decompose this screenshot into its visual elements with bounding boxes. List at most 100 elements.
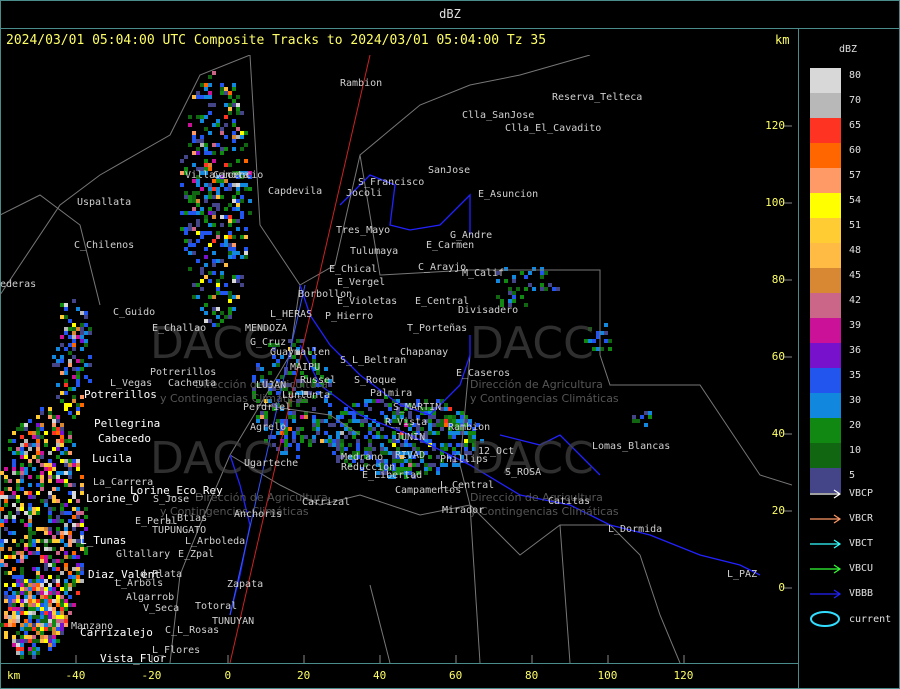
echo-pixel: [220, 311, 224, 315]
echo-pixel: [76, 403, 80, 407]
echo-pixel: [12, 463, 16, 467]
echo-pixel: [16, 575, 20, 579]
echo-pixel: [632, 415, 636, 419]
echo-pixel: [236, 207, 240, 211]
echo-pixel: [72, 335, 76, 339]
echo-pixel: [48, 467, 52, 471]
echo-pixel: [208, 83, 212, 87]
echo-pixel: [188, 223, 192, 227]
echo-pixel: [68, 351, 72, 355]
echo-pixel: [56, 427, 60, 431]
echo-pixel: [64, 523, 68, 527]
echo-pixel: [56, 623, 60, 627]
echo-pixel: [192, 211, 196, 215]
echo-pixel: [216, 231, 220, 235]
echo-pixel: [360, 411, 364, 415]
echo-pixel: [56, 539, 60, 543]
echo-pixel: [40, 475, 44, 479]
echo-pixel: [0, 507, 4, 511]
echo-pixel: [64, 587, 68, 591]
echo-pixel: [4, 539, 8, 543]
place-label: L_Tunas: [80, 534, 127, 547]
place-label: Potrerillos: [84, 388, 157, 401]
echo-pixel: [44, 591, 48, 595]
track-arrow-icon: [810, 514, 842, 524]
echo-pixel: [60, 627, 64, 631]
echo-pixel: [68, 483, 72, 487]
echo-pixel: [60, 507, 64, 511]
boundary-line: [609, 524, 681, 663]
boundary-line: [469, 504, 481, 663]
echo-pixel: [20, 599, 24, 603]
echo-pixel: [20, 655, 24, 659]
echo-pixel: [60, 547, 64, 551]
echo-pixel: [84, 343, 88, 347]
echo-pixel: [64, 383, 68, 387]
echo-pixel: [84, 339, 88, 343]
echo-pixel: [340, 431, 344, 435]
echo-pixel: [0, 563, 4, 567]
echo-pixel: [216, 279, 220, 283]
echo-pixel: [68, 595, 72, 599]
echo-pixel: [328, 439, 332, 443]
echo-pixel: [368, 423, 372, 427]
echo-pixel: [228, 299, 232, 303]
echo-pixel: [24, 535, 28, 539]
echo-pixel: [352, 403, 356, 407]
place-label: Tulumaya: [350, 246, 399, 257]
echo-pixel: [32, 655, 36, 659]
echo-pixel: [52, 487, 56, 491]
echo-pixel: [48, 599, 52, 603]
echo-pixel: [16, 583, 20, 587]
echo-pixel: [200, 187, 204, 191]
echo-pixel: [224, 123, 228, 127]
echo-pixel: [36, 459, 40, 463]
track-arrow-icon: [810, 589, 842, 599]
echo-pixel: [56, 471, 60, 475]
echo-pixel: [60, 435, 64, 439]
echo-pixel: [52, 539, 56, 543]
echo-pixel: [8, 547, 12, 551]
x-tick-label: 120: [673, 669, 694, 682]
echo-pixel: [196, 211, 200, 215]
echo-pixel: [208, 163, 212, 167]
echo-pixel: [60, 451, 64, 455]
echo-pixel: [424, 471, 428, 475]
echo-pixel: [228, 231, 232, 235]
echo-pixel: [208, 279, 212, 283]
echo-pixel: [200, 267, 204, 271]
echo-pixel: [12, 595, 16, 599]
echo-pixel: [88, 379, 92, 383]
echo-pixel: [220, 291, 224, 295]
echo-pixel: [76, 523, 80, 527]
echo-pixel: [24, 543, 28, 547]
echo-pixel: [444, 403, 448, 407]
echo-pixel: [340, 411, 344, 415]
echo-pixel: [40, 483, 44, 487]
y-tick-label: 80: [771, 273, 785, 286]
echo-pixel: [192, 227, 196, 231]
echo-pixel: [232, 99, 236, 103]
echo-pixel: [324, 431, 328, 435]
echo-pixel: [36, 623, 40, 627]
echo-pixel: [200, 235, 204, 239]
echo-pixel: [212, 159, 216, 163]
echo-pixel: [312, 407, 316, 411]
echo-pixel: [72, 603, 76, 607]
echo-pixel: [72, 367, 76, 371]
echo-pixel: [60, 503, 64, 507]
echo-pixel: [80, 311, 84, 315]
echo-pixel: [320, 419, 324, 423]
echo-pixel: [372, 399, 376, 403]
echo-pixel: [236, 111, 240, 115]
echo-pixel: [196, 95, 200, 99]
echo-pixel: [16, 483, 20, 487]
echo-pixel: [32, 543, 36, 547]
echo-pixel: [28, 459, 32, 463]
echo-pixel: [204, 275, 208, 279]
echo-pixel: [28, 543, 32, 547]
echo-pixel: [56, 599, 60, 603]
echo-pixel: [204, 151, 208, 155]
place-label: Cacheuta: [168, 378, 217, 389]
echo-pixel: [344, 427, 348, 431]
